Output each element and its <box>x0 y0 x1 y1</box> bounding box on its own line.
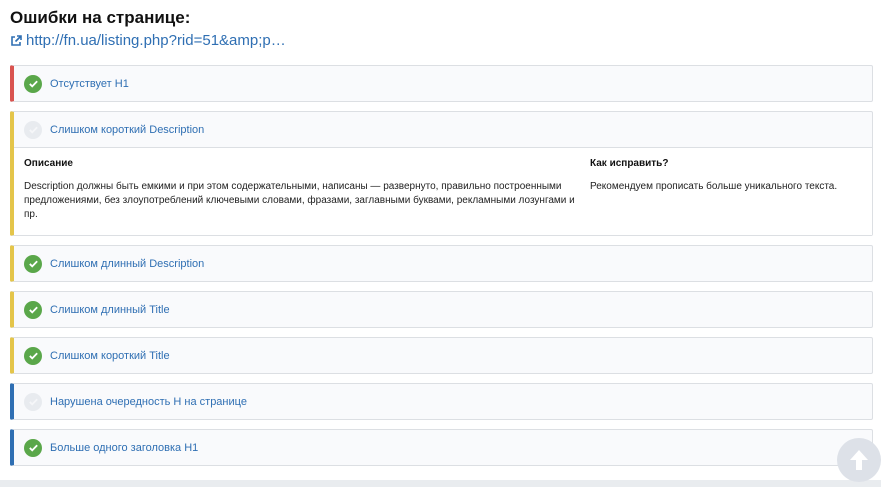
error-item-label: Слишком длинный Description <box>50 257 205 270</box>
error-item-label: Больше одного заголовка H1 <box>50 441 199 454</box>
error-item-missing-h1[interactable]: Отсутствует H1 <box>10 65 873 102</box>
url-row: http://fn.ua/listing.php?rid=51&amp;p… <box>10 30 871 50</box>
fix-title: Как исправить? <box>590 158 669 169</box>
error-list: Отсутствует H1 Слишком короткий Descript… <box>10 65 873 475</box>
description-title: Описание <box>24 158 73 169</box>
check-circle-icon <box>24 346 42 365</box>
page-url-link[interactable]: http://fn.ua/listing.php?rid=51&amp;p… <box>26 32 286 49</box>
error-item-long-title[interactable]: Слишком длинный Title <box>10 291 873 328</box>
error-item-header[interactable]: Больше одного заголовка H1 <box>14 430 872 465</box>
error-item-label: Слишком короткий Description <box>50 123 205 136</box>
check-circle-icon <box>24 254 42 273</box>
page-title: Ошибки на странице: <box>10 8 191 27</box>
error-item-label: Слишком длинный Title <box>50 303 170 316</box>
error-item-heading-order[interactable]: Нарушена очередность H на странице <box>10 383 873 420</box>
error-item-long-description[interactable]: Слишком длинный Description <box>10 245 873 282</box>
external-link-icon <box>10 34 22 46</box>
error-item-short-description[interactable]: Слишком короткий Description Описание De… <box>10 111 873 236</box>
check-circle-icon <box>24 392 42 411</box>
check-circle-icon <box>24 120 42 139</box>
error-item-label: Нарушена очередность H на странице <box>50 395 247 408</box>
fix-text: Рекомендуем прописать больше уникального… <box>590 181 838 192</box>
arrow-up-icon <box>850 450 868 470</box>
description-text: Description должны быть емкими и при это… <box>24 181 575 220</box>
error-item-multiple-h1[interactable]: Больше одного заголовка H1 <box>10 429 873 466</box>
error-item-header[interactable]: Слишком короткий Title <box>14 338 872 373</box>
error-item-header[interactable]: Нарушена очередность H на странице <box>14 384 872 419</box>
errors-header: Ошибки на странице: http://fn.ua/listing… <box>10 8 871 50</box>
check-circle-icon <box>24 438 42 457</box>
error-item-label: Слишком короткий Title <box>50 349 170 362</box>
bottom-divider <box>0 480 881 487</box>
description-column: Описание Description должны быть емкими … <box>24 158 590 225</box>
error-item-short-title[interactable]: Слишком короткий Title <box>10 337 873 374</box>
error-item-label: Отсутствует H1 <box>50 77 129 90</box>
scroll-to-top-button[interactable] <box>837 438 881 482</box>
check-circle-icon <box>24 74 42 93</box>
error-item-header[interactable]: Слишком длинный Description <box>14 246 872 281</box>
error-item-header[interactable]: Слишком длинный Title <box>14 292 872 327</box>
error-details-panel: Описание Description должны быть емкими … <box>14 147 872 235</box>
check-circle-icon <box>24 300 42 319</box>
error-item-header[interactable]: Слишком короткий Description <box>14 112 872 147</box>
error-item-header[interactable]: Отсутствует H1 <box>14 66 872 101</box>
fix-column: Как исправить? Рекомендуем прописать бол… <box>590 158 860 225</box>
